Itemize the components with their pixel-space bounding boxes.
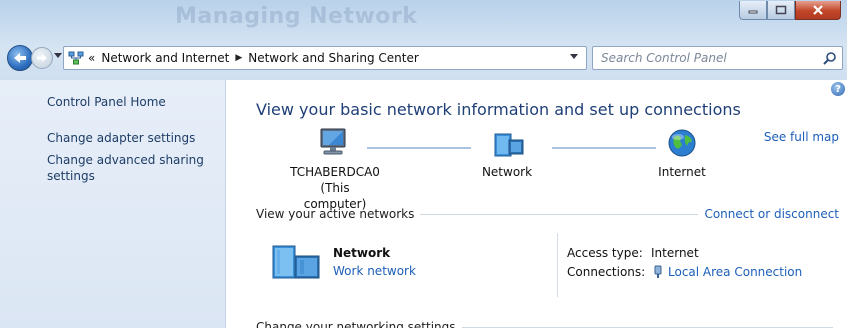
connections-label: Connections: <box>567 265 646 279</box>
see-full-map-link[interactable]: See full map <box>764 130 839 144</box>
search-placeholder: Search Control Panel <box>601 51 727 65</box>
window-titlebar: Managing Network « Network and Internet … <box>0 0 847 80</box>
connections-row: Connections: Local Area Connection <box>567 265 802 279</box>
breadcrumb-network-and-internet[interactable]: Network and Internet <box>101 51 229 65</box>
network-node-label[interactable]: Network <box>472 164 542 180</box>
close-icon <box>813 5 823 15</box>
breadcrumb-overflow[interactable]: « <box>88 51 95 65</box>
back-button[interactable] <box>7 45 33 71</box>
computer-icon <box>320 128 346 155</box>
forward-button[interactable] <box>31 47 53 69</box>
vertical-divider <box>557 233 558 297</box>
ethernet-connection-icon <box>654 265 662 278</box>
arrow-right-icon <box>37 54 47 62</box>
search-input[interactable]: Search Control Panel <box>592 46 843 70</box>
page-title: View your basic network information and … <box>256 100 741 119</box>
network-type-link[interactable]: Work network <box>333 264 416 278</box>
access-type-value: Internet <box>651 246 699 260</box>
computer-node[interactable]: TCHABERDCA0 (This computer) <box>289 164 381 212</box>
section-divider <box>461 326 833 328</box>
access-type-label: Access type: <box>567 246 643 260</box>
connect-or-disconnect-link[interactable]: Connect or disconnect <box>704 207 839 221</box>
active-network-name: Network <box>333 246 391 260</box>
breadcrumb-arrow-icon[interactable]: ▶ <box>235 53 242 63</box>
sidebar-item-change-advanced-sharing-settings[interactable]: Change advanced sharing settings <box>47 152 207 184</box>
search-icon[interactable] <box>822 51 838 67</box>
work-network-icon[interactable] <box>271 242 323 282</box>
ghost-window-title: Managing Network <box>175 4 418 29</box>
close-button[interactable] <box>795 1 841 20</box>
sidebar-item-control-panel-home[interactable]: Control Panel Home <box>47 94 225 110</box>
minimize-icon <box>748 10 758 14</box>
maximize-icon <box>775 5 787 15</box>
sidebar-item-change-adapter-settings[interactable]: Change adapter settings <box>47 130 225 146</box>
active-networks-header: View your active networks Connect or dis… <box>256 207 839 221</box>
local-area-connection-link[interactable]: Local Area Connection <box>653 265 802 279</box>
network-center-icon <box>68 51 84 65</box>
map-connector-line <box>367 147 471 149</box>
address-dropdown-icon[interactable] <box>570 54 578 60</box>
network-icon <box>494 133 524 157</box>
active-networks-heading: View your active networks <box>256 207 415 221</box>
map-connector-line <box>552 147 656 149</box>
recent-pages-dropdown-icon[interactable] <box>54 53 62 59</box>
help-icon[interactable]: ? <box>831 82 845 96</box>
navigation-bar: « Network and Internet ▶ Network and Sha… <box>0 44 847 72</box>
computer-name: TCHABERDCA0 <box>290 165 380 179</box>
networking-settings-header: Change your networking settings <box>256 320 839 328</box>
section-divider <box>420 213 699 215</box>
address-bar[interactable]: « Network and Internet ▶ Network and Sha… <box>63 46 587 70</box>
networking-settings-heading: Change your networking settings <box>256 320 456 328</box>
main-content: ? View your basic network information an… <box>227 80 847 328</box>
left-navigation-pane: Control Panel Home Change adapter settin… <box>0 80 226 328</box>
connections-value: Local Area Connection <box>668 265 803 279</box>
arrow-left-icon <box>14 53 26 63</box>
internet-globe-icon <box>668 129 696 157</box>
internet-node-label[interactable]: Internet <box>652 164 712 180</box>
access-type-row: Access type: Internet <box>567 246 699 260</box>
breadcrumb-network-and-sharing-center[interactable]: Network and Sharing Center <box>248 51 419 65</box>
window-controls <box>739 1 841 20</box>
maximize-button[interactable] <box>767 1 795 20</box>
minimize-button[interactable] <box>739 1 767 20</box>
